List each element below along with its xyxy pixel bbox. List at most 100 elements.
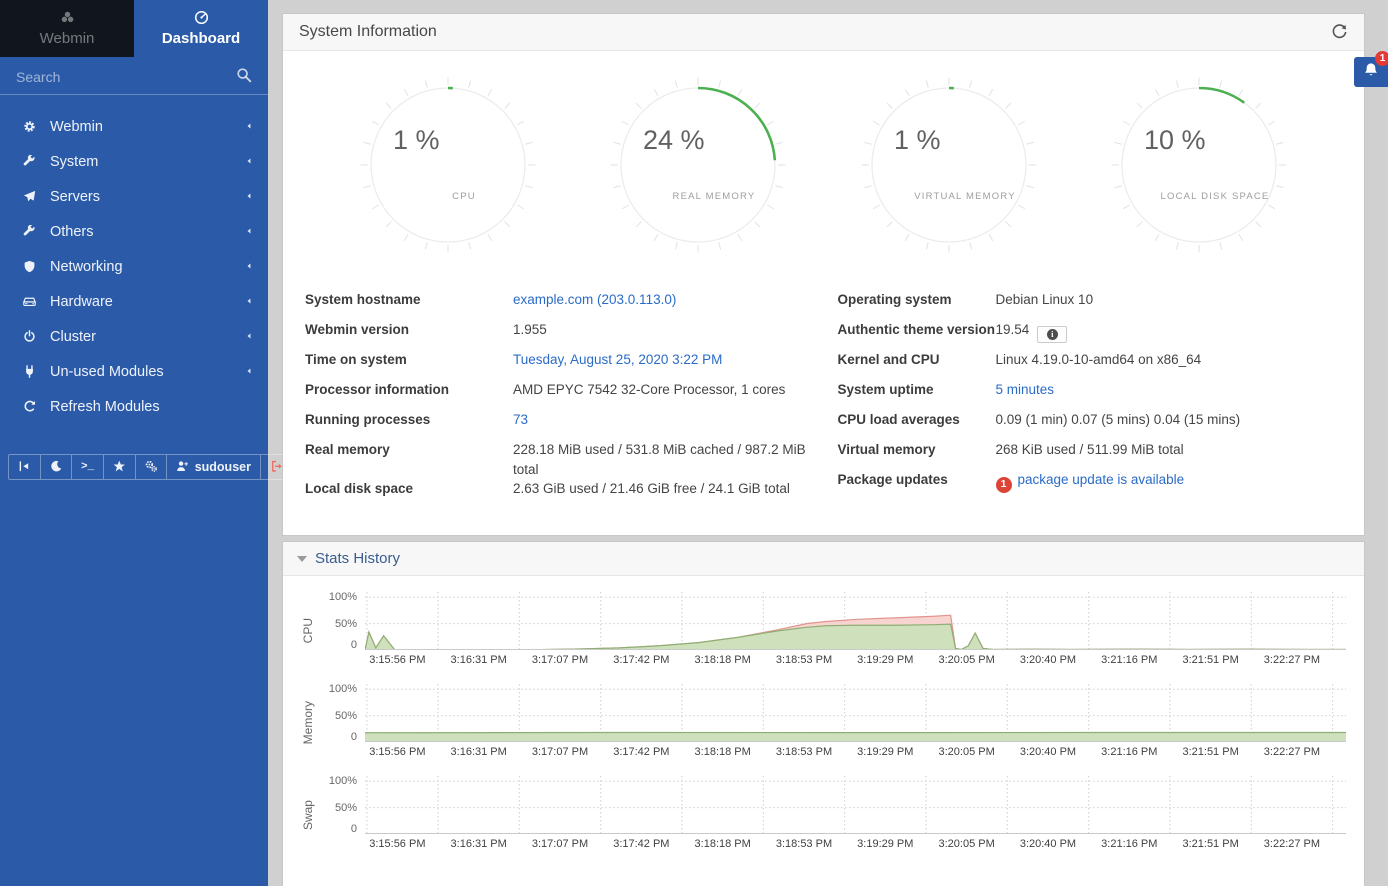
info-value-link[interactable]: package update is available [1018,472,1185,487]
x-tick-label: 3:19:29 PM [857,838,913,850]
sidebar-item-networking[interactable]: Networking [0,249,268,284]
chart-x-axis-labels: 3:15:56 PM3:16:31 PM3:17:07 PM3:17:42 PM… [365,838,1346,854]
sidebar-item-servers[interactable]: Servers [0,179,268,214]
tab-webmin-label: Webmin [40,30,95,47]
terminal-button[interactable]: >_ [72,455,104,479]
theme-info-button[interactable]: i [1037,326,1067,343]
info-row-virtual-memory: Virtual memory268 KiB used / 511.99 MiB … [838,440,1345,470]
sidebar-tabs: Webmin Dashboard [0,0,268,57]
info-row-running-processes: Running processes73 [305,410,812,440]
x-tick-label: 3:17:07 PM [532,838,588,850]
refresh-page-icon[interactable] [1331,24,1348,41]
favorites-button[interactable] [104,455,136,479]
x-tick-label: 3:17:42 PM [613,746,669,758]
info-value-text: Linux 4.19.0-10-amd64 on x86_64 [996,352,1202,367]
chart-y-axis-title: Memory [297,684,319,762]
tab-dashboard[interactable]: Dashboard [134,0,268,57]
info-value-link[interactable]: 73 [513,412,528,427]
info-value: Tuesday, August 25, 2020 3:22 PM [513,350,722,370]
x-tick-label: 3:16:31 PM [451,746,507,758]
refresh-icon [17,400,41,413]
x-tick-label: 3:21:16 PM [1101,838,1157,850]
sidebar-item-label: System [50,154,244,170]
caret-left-icon [244,261,254,273]
chart-swap: Swap100%50%03:15:56 PM3:16:31 PM3:17:07 … [297,776,1346,854]
stats-history-header[interactable]: Stats History [283,542,1364,576]
info-label: Package updates [838,472,996,487]
info-row-system-uptime: System uptime5 minutes [838,380,1345,410]
system-information-header: System Information [283,14,1364,51]
y-tick-label: 0 [351,731,357,743]
stats-charts: CPU100%50%03:15:56 PM3:16:31 PM3:17:07 P… [283,576,1364,878]
shield-icon [17,260,41,273]
night-mode-button[interactable] [41,455,73,479]
sidebar-item-refresh-modules[interactable]: Refresh Modules [0,389,268,424]
collapse-sidebar-button[interactable] [9,455,41,479]
sidebar-item-cluster[interactable]: Cluster [0,319,268,354]
info-label: System hostname [305,292,513,307]
y-tick-label: 50% [335,802,357,814]
x-tick-label: 3:20:05 PM [939,838,995,850]
x-tick-label: 3:21:51 PM [1182,654,1238,666]
notifications-button[interactable]: 1 [1354,57,1388,87]
plug-icon [17,365,41,378]
x-tick-label: 3:18:18 PM [695,746,751,758]
info-value: 2.63 GiB used / 21.46 GiB free / 24.1 Gi… [513,479,790,499]
theme-settings-button[interactable] [136,455,168,479]
main-content: System Information 1 % CPU 24 % REAL MEM… [268,0,1388,886]
info-value: 228.18 MiB used / 531.8 MiB cached / 987… [513,440,812,479]
sidebar-item-others[interactable]: Others [0,214,268,249]
power-icon [17,330,41,343]
info-label: Kernel and CPU [838,352,996,367]
sidebar-item-label: Webmin [50,119,244,135]
chart-y-ticks: 100%50%0 [319,592,365,650]
chart-x-axis-labels: 3:15:56 PM 3:16:31 PM 3:17:07 PM 3:17:42 PM… [365,746,1346,762]
info-label: Authentic theme version [838,322,996,337]
x-tick-label: 3:15:56 PM [369,654,425,666]
info-value: 0.09 (1 min) 0.07 (5 mins) 0.04 (15 mins… [996,410,1241,430]
plane-icon [17,190,41,203]
info-row-package-updates: Package updates1package update is availa… [838,470,1345,500]
gauges-row: 1 % CPU 24 % REAL MEMORY 1 % VIRTUAL MEM… [283,51,1364,276]
sidebar-item-un-used-modules[interactable]: Un-used Modules [0,354,268,389]
x-tick-label: 3:15:56 PM [369,746,425,758]
info-value: 5 minutes [996,380,1055,400]
info-label: Local disk space [305,481,513,496]
sidebar-toolbar: >_ sudouser [8,454,292,480]
gauge-real-memory: 24 % REAL MEMORY [610,77,786,258]
search-icon[interactable] [236,67,252,86]
tab-webmin[interactable]: Webmin [0,0,134,57]
search-input[interactable] [16,69,236,85]
info-value-link[interactable]: 5 minutes [996,382,1055,397]
sidebar-item-hardware[interactable]: Hardware [0,284,268,319]
info-label: Virtual memory [838,442,996,457]
collapse-caret-icon [297,556,307,562]
caret-left-icon [244,156,254,168]
gauge-value: 1 % [393,125,440,155]
caret-left-icon [244,121,254,133]
info-row-system-hostname: System hostnameexample.com (203.0.113.0) [305,290,812,320]
info-value-link[interactable]: Tuesday, August 25, 2020 3:22 PM [513,352,722,367]
system-info-right-column: Operating systemDebian Linux 10Authentic… [838,290,1345,509]
notification-count-badge: 1 [1375,51,1388,66]
chart-plot-area [365,684,1346,742]
info-value-link[interactable]: example.com (203.0.113.0) [513,292,676,307]
chart-y-ticks: 100%50%0 [319,684,365,742]
sidebar-item-label: Hardware [50,294,244,310]
x-tick-label: 3:20:40 PM [1020,654,1076,666]
gauge-value: 10 % [1144,125,1206,155]
sidebar-item-system[interactable]: System [0,144,268,179]
x-tick-label: 3:17:07 PM [532,654,588,666]
y-tick-label: 50% [335,618,357,630]
info-label: Real memory [305,442,513,457]
logged-in-user-button[interactable]: sudouser [167,455,261,479]
info-value: Linux 4.19.0-10-amd64 on x86_64 [996,350,1202,370]
star-icon [113,460,126,474]
x-tick-label: 3:16:31 PM [451,654,507,666]
info-value: AMD EPYC 7542 32-Core Processor, 1 cores [513,380,785,400]
x-tick-label: 3:17:07 PM [532,746,588,758]
collapse-icon [18,460,31,474]
sidebar-item-webmin[interactable]: Webmin [0,109,268,144]
x-tick-label: 3:17:42 PM [613,654,669,666]
info-label: CPU load averages [838,412,996,427]
